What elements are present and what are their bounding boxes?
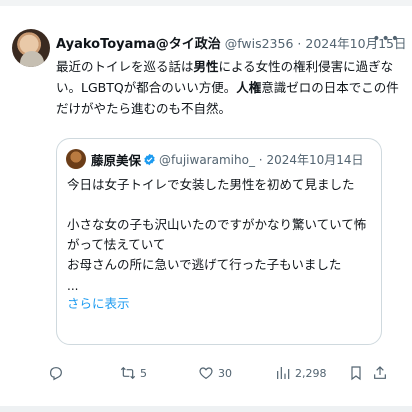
tweet-text-segment: 最近のトイレを巡る話は (56, 59, 194, 74)
tweet-text: 最近のトイレを巡る話は男性による女性の権利侵害に過ぎない。LGBTQが都合のいい… (56, 56, 401, 119)
views-count: 2,298 (295, 366, 327, 380)
retweet-icon (120, 366, 136, 380)
bookmark-icon (351, 366, 361, 381)
retweet-count: 5 (140, 366, 147, 380)
quoted-tweet[interactable]: 藤原美保 @fujiwaramiho_ · 2024年10月14日 今日は女子ト… (56, 138, 382, 345)
more-horizontal-icon[interactable]: ••• (372, 32, 400, 46)
reply-icon (50, 367, 62, 381)
tweet-header: AyakoToyama@タイ政治 @fwis2356 · 2024年10月15日 (56, 32, 407, 52)
tweet-card[interactable]: AyakoToyama@タイ政治 @fwis2356 · 2024年10月15日… (0, 0, 412, 412)
show-more-link[interactable]: さらに表示 (67, 295, 377, 313)
reply-button[interactable] (48, 365, 64, 381)
quoted-separator: · (258, 152, 263, 167)
share-button[interactable] (372, 365, 388, 381)
divider-top (0, 0, 412, 6)
quoted-handle[interactable]: @fujiwaramiho_ (159, 153, 255, 167)
quoted-header: 藤原美保 @fujiwaramiho_ · 2024年10月14日 (91, 149, 364, 169)
bookmark-button[interactable] (348, 365, 364, 381)
quoted-avatar[interactable] (66, 149, 86, 169)
like-count: 30 (218, 366, 232, 380)
quoted-handle-date[interactable]: @fujiwaramiho_ · 2024年10月14日 (159, 151, 364, 168)
avatar[interactable] (12, 29, 50, 67)
divider-bottom (0, 406, 412, 412)
like-button[interactable]: 30 (198, 365, 232, 381)
views-button[interactable]: 2,298 (275, 365, 327, 381)
heart-icon (199, 367, 213, 380)
quoted-line: 今日は女子トイレで女装した男性を初めて見ました (67, 177, 355, 192)
author-name[interactable]: AyakoToyama@タイ政治 (56, 33, 221, 52)
share-icon (374, 366, 386, 379)
retweet-button[interactable]: 5 (120, 365, 147, 381)
quoted-author-name[interactable]: 藤原美保 (91, 150, 141, 169)
quoted-date[interactable]: 2024年10月14日 (266, 153, 363, 167)
verified-badge-icon (144, 153, 155, 165)
quoted-line: 小さな女の子も沢山いたのですがかなり驚いていて怖がって怯えていて (67, 217, 367, 252)
views-chart-icon (277, 367, 290, 379)
tweet-text-bold-segment: 男性 (193, 59, 219, 74)
handle-text[interactable]: @fwis2356 (225, 36, 294, 51)
tweet-text-bold-segment: 人権 (236, 80, 262, 95)
quoted-text: 今日は女子トイレで女装した男性を初めて見ました 小さな女の子も沢山いたのですがか… (67, 175, 377, 313)
action-bar: 5 30 2,298 (48, 365, 398, 387)
quoted-line: お母さんの所に急いで逃げて行った子もいました (67, 257, 342, 272)
quoted-ellipsis: ... (67, 279, 79, 293)
separator: · (297, 35, 302, 51)
